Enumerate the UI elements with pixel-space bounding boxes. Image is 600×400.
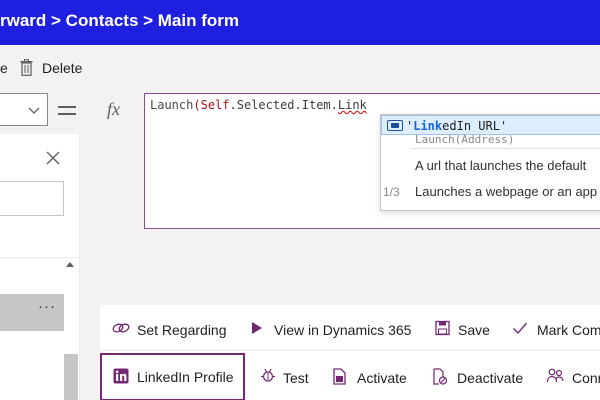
connect-label: Conn: [572, 370, 600, 386]
panel-divider: [0, 257, 80, 258]
field-icon: [387, 120, 403, 131]
fx-button[interactable]: fx: [86, 93, 144, 126]
save-button[interactable]: Save: [435, 307, 495, 351]
suggestion-description: A url that launches the default: [415, 158, 587, 173]
save-label: Save: [458, 322, 490, 338]
top-command-row: e Delete: [0, 45, 600, 91]
autocomplete-popup: Launch(Address) 'LinkedIn URL' A url tha…: [380, 114, 600, 211]
mark-complete-button[interactable]: Mark Com: [512, 307, 600, 351]
connect-button[interactable]: Conn: [547, 355, 600, 399]
view-in-dynamics-label: View in Dynamics 365: [274, 322, 412, 338]
app-header: rward > Contacts > Main form: [0, 0, 600, 45]
breadcrumb: rward > Contacts > Main form: [0, 11, 239, 30]
test-label: Test: [283, 370, 309, 386]
property-dropdown[interactable]: [0, 93, 48, 126]
play-icon: [252, 322, 262, 334]
truncated-command-label[interactable]: e: [0, 60, 8, 76]
more-options-icon[interactable]: ···: [38, 298, 56, 315]
close-icon[interactable]: [45, 150, 61, 166]
command-bar: Set Regarding View in Dynamics 365 Save …: [100, 305, 600, 400]
activate-button[interactable]: Activate: [332, 355, 412, 399]
people-icon: [547, 368, 564, 383]
chevron-down-icon: [28, 107, 40, 114]
caret-up-icon[interactable]: [66, 262, 74, 267]
test-button[interactable]: Test: [260, 355, 320, 399]
function-description: Launches a webpage or an app: [415, 184, 598, 199]
linkedin-profile-button[interactable]: LinkedIn Profile: [100, 353, 245, 400]
set-regarding-label: Set Regarding: [137, 322, 227, 338]
tree-view-panel: ···: [0, 134, 80, 400]
formula-text[interactable]: Launch(Self.Selected.Item.Link: [150, 98, 367, 112]
tree-item-selected[interactable]: ···: [0, 294, 64, 331]
linkedin-icon: [113, 368, 129, 384]
delete-button[interactable]: Delete: [42, 60, 82, 76]
scrollbar-thumb[interactable]: [64, 354, 78, 400]
fx-icon: fx: [107, 99, 120, 119]
suggestion-divider: [411, 148, 600, 149]
suggestion-label: 'LinkedIn URL': [406, 119, 507, 133]
equals-icon: [58, 106, 76, 115]
suggestion-linkedin-url[interactable]: 'LinkedIn URL': [381, 115, 600, 135]
save-icon: [435, 320, 450, 336]
deactivate-button[interactable]: Deactivate: [432, 355, 527, 399]
link-icon: [112, 323, 130, 333]
delete-icon[interactable]: [20, 59, 33, 76]
document-icon: [333, 368, 346, 385]
activate-label: Activate: [357, 370, 407, 386]
suggestion-rest: edIn URL': [442, 119, 508, 133]
deactivate-icon: [433, 368, 448, 385]
formula-self: Self: [200, 98, 230, 112]
deactivate-label: Deactivate: [457, 370, 524, 386]
view-in-dynamics-button[interactable]: View in Dynamics 365: [250, 307, 415, 351]
formula-partial-token: Link: [337, 98, 367, 112]
search-input[interactable]: [0, 181, 64, 216]
checkmark-icon: [513, 322, 528, 335]
formula-paren: (: [193, 98, 201, 112]
command-bar-divider: [100, 350, 600, 351]
page-indicator[interactable]: 1/3: [383, 185, 400, 199]
formula-path: .Selected.Item.: [229, 98, 338, 112]
set-regarding-button[interactable]: Set Regarding: [112, 307, 232, 351]
bug-icon: [261, 368, 275, 382]
formula-function: Launch: [150, 98, 194, 112]
linkedin-profile-label: LinkedIn Profile: [137, 369, 234, 385]
suggestion-match: Link: [413, 119, 443, 133]
mark-complete-label: Mark Com: [537, 322, 600, 338]
